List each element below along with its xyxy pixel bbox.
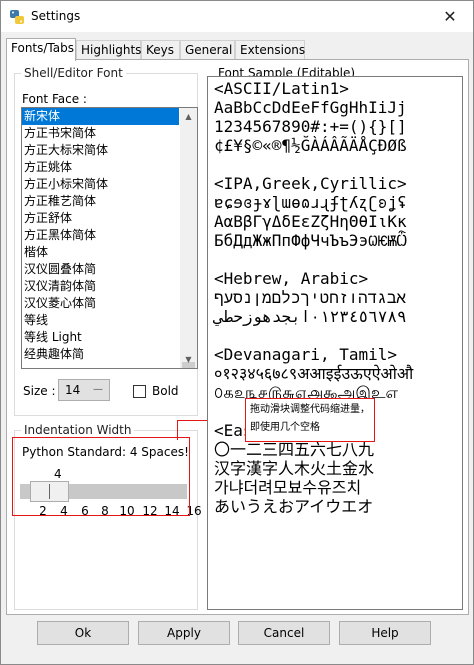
font-list-item[interactable]: 等线: [22, 312, 179, 329]
annotation-callout: 拖动滑块调整代码缩进量，即使用几个空格: [245, 398, 375, 442]
font-list-item[interactable]: 等线 Light: [22, 329, 179, 346]
apply-button[interactable]: Apply: [138, 621, 230, 645]
help-button[interactable]: Help: [339, 621, 431, 645]
ok-button[interactable]: Ok: [37, 621, 129, 645]
font-list-item[interactable]: 楷体: [22, 244, 179, 261]
close-icon: ✕: [443, 7, 457, 26]
fonts-tabs-panel: Shell/Editor Font Font Face : 新宋体 方正书宋简体方…: [6, 59, 469, 615]
font-list-item[interactable]: 经典趣体简: [22, 346, 179, 363]
font-sample-text: <ASCII/Latin1> AaBbCcDdEeFfGgHhIiJj 1234…: [214, 79, 414, 516]
font-list-item[interactable]: 方正小标宋简体: [22, 176, 179, 193]
indentation-width-label: Indentation Width: [21, 423, 135, 437]
font-list-item[interactable]: 新宋体: [22, 108, 179, 125]
python-icon: [10, 10, 24, 24]
font-list-item[interactable]: 方正舒体: [22, 210, 179, 227]
scroll-up-icon[interactable]: ▲: [180, 108, 197, 125]
dropdown-icon: —: [93, 384, 103, 395]
window-title: Settings: [31, 9, 81, 23]
font-list-item[interactable]: 方正稚艺简体: [22, 193, 179, 210]
font-sample-text-area[interactable]: <ASCII/Latin1> AaBbCcDdEeFfGgHhIiJj 1234…: [207, 76, 463, 610]
close-button[interactable]: ✕: [427, 1, 473, 32]
tab-general[interactable]: General: [180, 40, 235, 60]
annotation-highlight-box: [12, 437, 190, 516]
tab-extensions[interactable]: Extensions: [235, 40, 305, 60]
font-list-item[interactable]: 方正姚体: [22, 159, 179, 176]
font-list-item[interactable]: 方正书宋简体: [22, 125, 179, 142]
font-face-label: Font Face :: [22, 92, 87, 106]
size-label: Size :: [23, 384, 56, 398]
font-size-value: 14: [65, 383, 81, 397]
font-list-item[interactable]: 方正黑体简体: [22, 227, 179, 244]
font-list-item[interactable]: 汉仪清韵体简: [22, 278, 179, 295]
scroll-down-icon[interactable]: ▼: [180, 351, 197, 368]
font-list-item[interactable]: 汉仪菱心体简: [22, 295, 179, 312]
font-list-item[interactable]: 汉仪圆叠体简: [22, 261, 179, 278]
settings-window: Settings ✕ Fonts/Tabs Highlights Keys Ge…: [0, 0, 474, 665]
font-size-select[interactable]: 14 —: [58, 379, 110, 401]
bold-checkbox[interactable]: [133, 385, 146, 398]
font-list-item[interactable]: 方正大标宋简体: [22, 142, 179, 159]
tab-fonts-tabs[interactable]: Fonts/Tabs: [6, 38, 76, 61]
shell-editor-font-label: Shell/Editor Font: [21, 66, 126, 80]
annotation-connector: [177, 420, 178, 440]
tab-keys[interactable]: Keys: [141, 40, 180, 60]
tab-highlights[interactable]: Highlights: [76, 40, 141, 60]
bold-label: Bold: [152, 384, 179, 398]
title-bar: Settings ✕: [1, 1, 473, 32]
cancel-button[interactable]: Cancel: [238, 621, 330, 645]
font-face-list[interactable]: 新宋体 方正书宋简体 方正大标宋简体 方正姚体 方正小标宋简体 方正稚艺简体 方正舒体 方正黑…: [21, 107, 198, 369]
font-list-scrollbar[interactable]: ▲ ▼: [180, 108, 197, 368]
font-list-items: 新宋体 方正书宋简体 方正大标宋简体 方正姚体 方正小标宋简体 方正稚艺简体 方正舒体 方正黑…: [22, 108, 179, 363]
